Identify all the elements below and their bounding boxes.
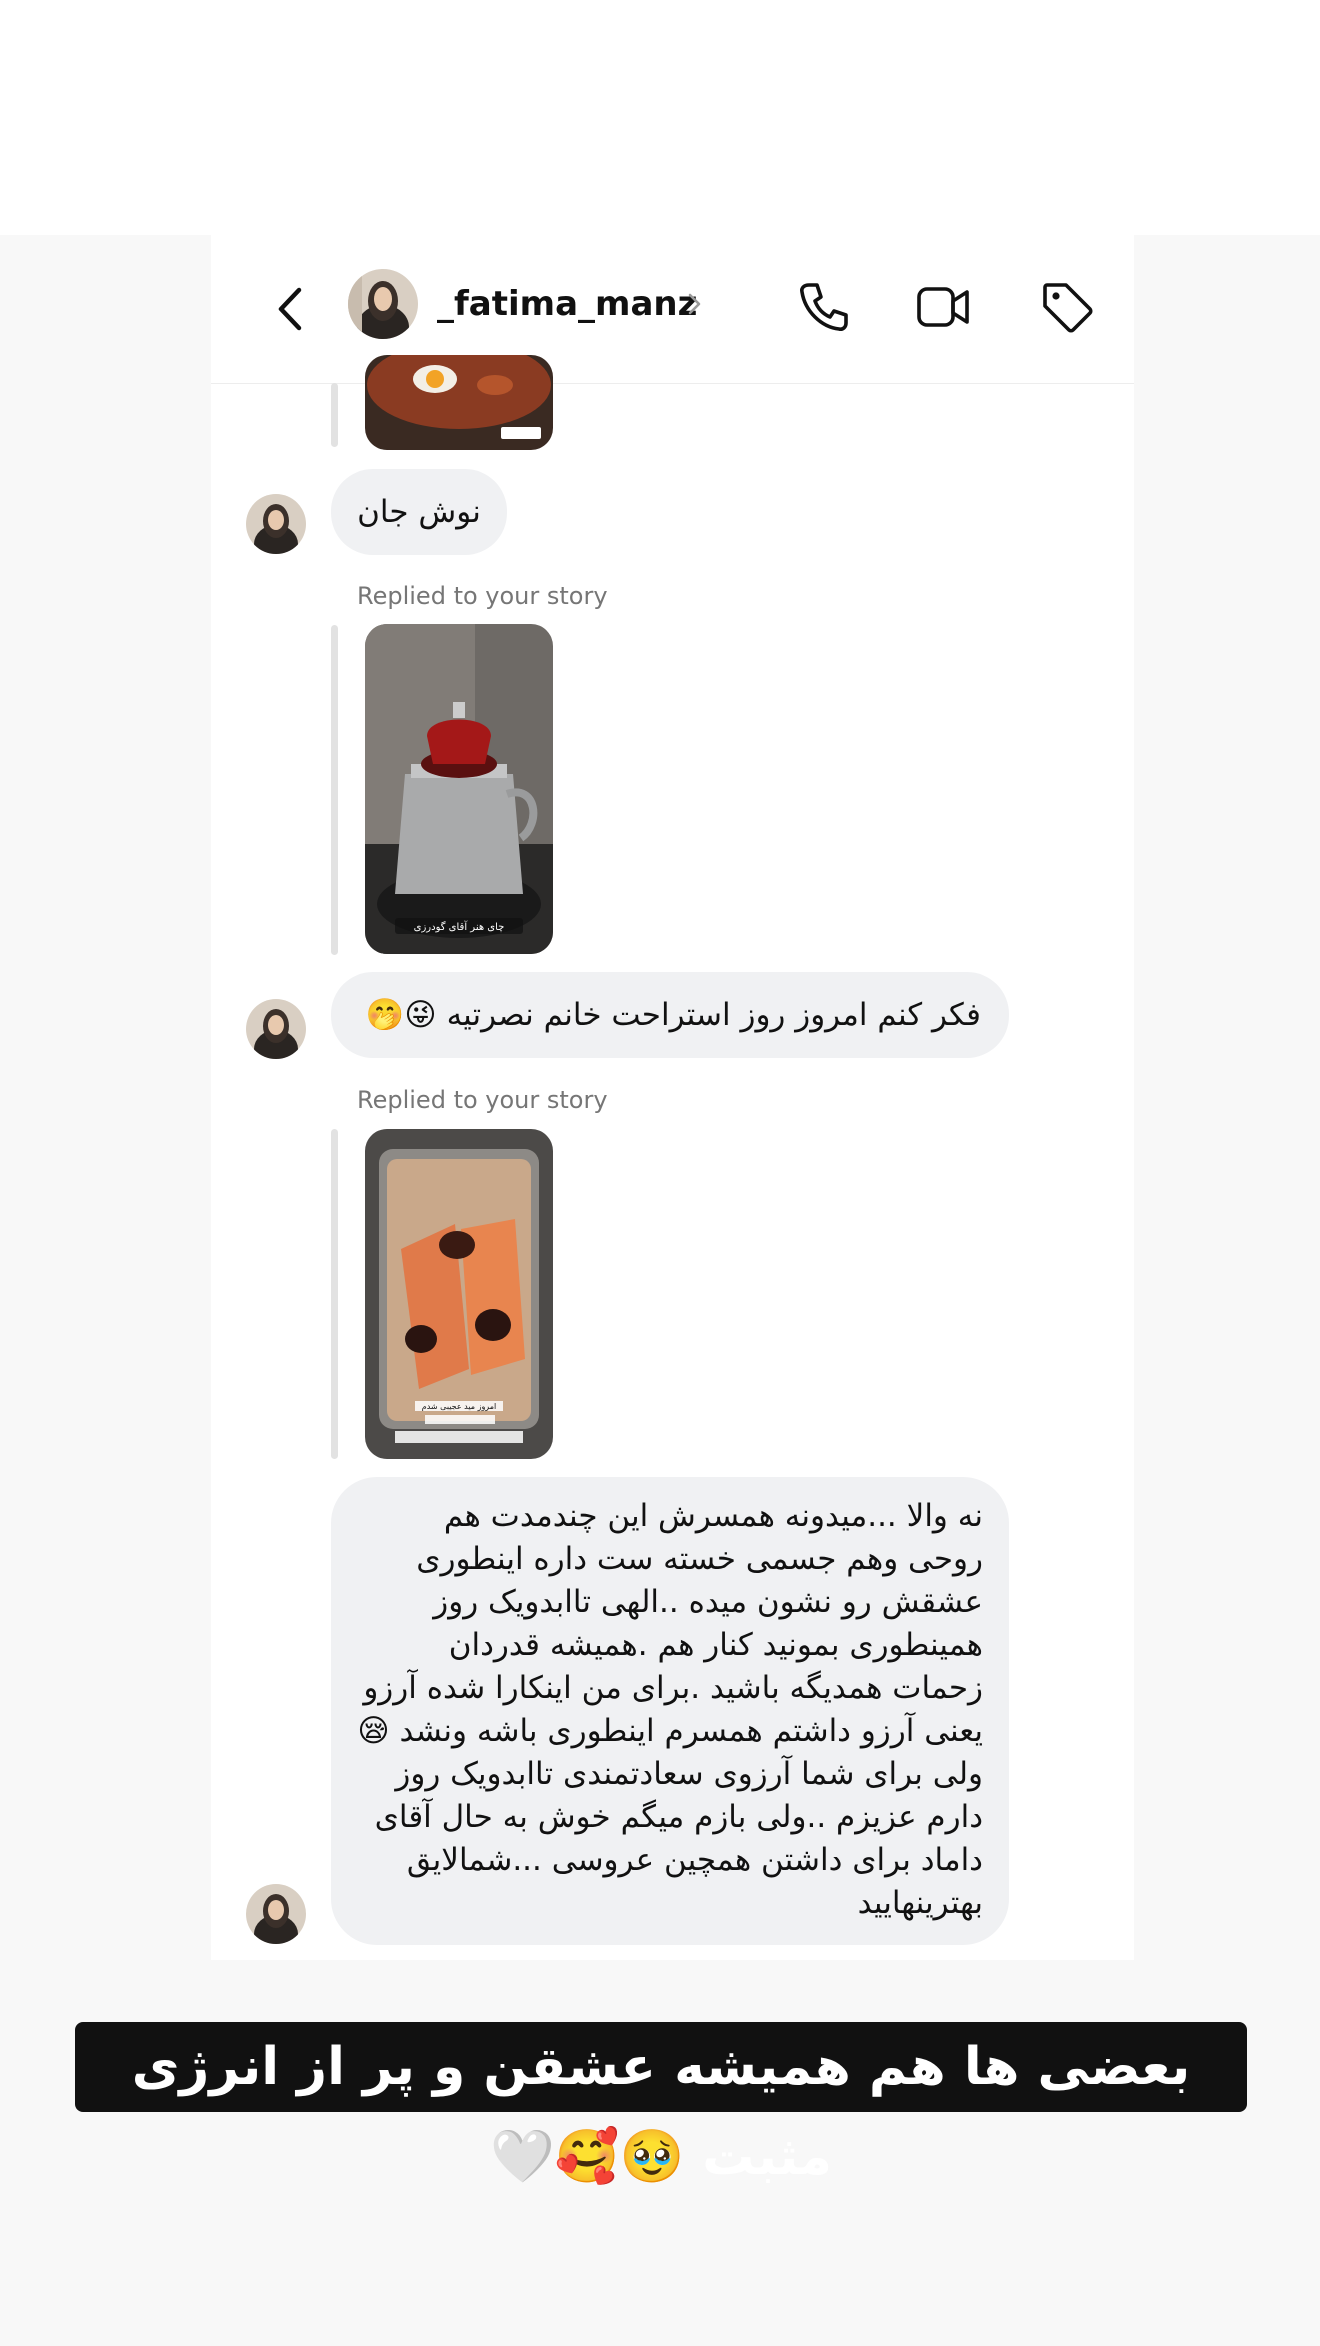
sender-avatar[interactable] [246,1884,306,1944]
message-line: دارم عزیزم ..ولی بازم میگم خوش به حال آق… [374,1799,983,1835]
message-line: عشقش رو نشون میده ..الهی تاابدویک روز [433,1584,983,1620]
message-line: روحی وهم جسمی خسته ست داره اینطوری [416,1541,983,1577]
header-avatar[interactable] [348,269,418,339]
sender-avatar[interactable] [246,494,306,554]
message-line: زحمات همدیگه باشید .برای من اینکارا شده … [363,1670,983,1706]
chat-username[interactable]: _fatima_manz [437,281,697,327]
message-bubble[interactable]: فکر کنم امروز روز استراحت خانم نصرتیه 😜🤭 [331,972,1009,1058]
story-reply-bar [331,625,338,955]
tag-button[interactable] [1035,275,1099,339]
message-bubble[interactable]: نوش جان [331,469,507,555]
replied-to-story-label: Replied to your story [357,582,608,610]
story-thumbnail[interactable]: امروز مید عجیبی شدم [365,1129,553,1459]
message-line: داماد برای داشتن همچین عروسی ...شمالایق [406,1842,983,1878]
story-reply-bar [331,1129,338,1459]
tag-icon [1043,283,1093,333]
top-blank-area [0,0,1320,235]
audio-call-button[interactable] [792,275,856,339]
back-arrow-icon [278,287,302,331]
story-thumbnail[interactable]: چای هنر آقای گودرزی [365,624,553,954]
message-line: ولی برای شما آرزوی سعادتمندی تاابدویک رو… [395,1756,983,1792]
back-button[interactable] [263,277,317,341]
replied-to-story-label: Replied to your story [357,1086,608,1114]
phone-icon [800,283,848,331]
story-reply-bar [331,383,338,447]
message-line: نه والا ...میدونه همسرش این چندمدت هم [443,1498,983,1534]
video-call-button[interactable] [912,275,976,339]
overlay-caption: بعضی ها هم همیشه عشقن و پر از انرژی مثبت… [75,2022,1247,2187]
story-caption-text: چای هنر آقای گودرزی [414,920,505,933]
story-caption-text: امروز مید عجیبی شدم [422,1402,496,1411]
dm-thread-screenshot: _fatima_manz نوش جان Replied to your sto… [211,235,1134,1960]
chevron-right-icon [688,293,701,315]
chat-header: _fatima_manz [211,235,1134,384]
message-line: یعنی آرزو داشتم همسرم اینطوری باشه ونشد … [357,1713,983,1749]
sender-avatar[interactable] [246,999,306,1059]
story-thumbnail-partial[interactable] [365,355,553,450]
message-line: همینطوری بمونید کنار هم .همیشه قدردان [448,1627,983,1663]
message-bubble-long[interactable]: نه والا ...میدونه همسرش این چندمدت هم رو… [331,1477,1009,1945]
video-camera-icon [917,287,969,327]
message-line: بهترینهایید [857,1885,983,1921]
